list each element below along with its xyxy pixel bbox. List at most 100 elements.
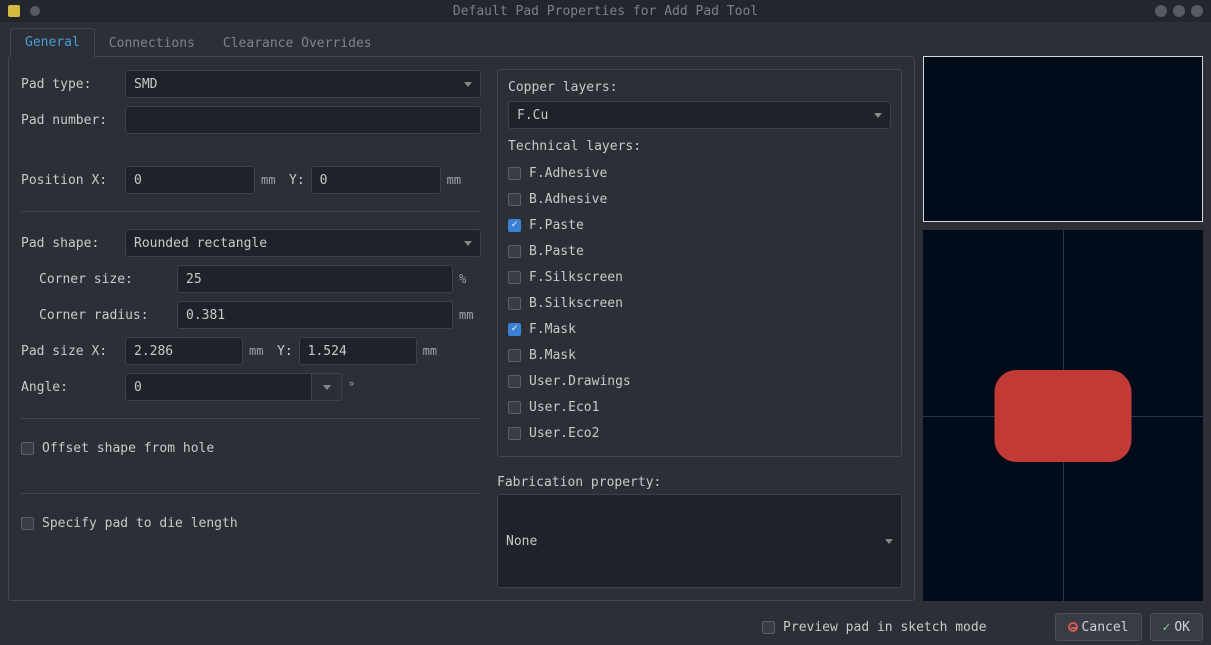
offset-label: Offset shape from hole (42, 441, 214, 456)
chevron-down-icon (464, 241, 472, 246)
ok-label: OK (1174, 620, 1190, 635)
pad-number-label: Pad number: (21, 113, 119, 128)
layer-checkbox[interactable] (508, 297, 521, 310)
layer-row: User.Eco1 (508, 394, 891, 420)
corner-size-input[interactable] (177, 265, 453, 293)
pad-shape-label: Pad shape: (21, 236, 119, 251)
layer-label: B.Adhesive (529, 192, 607, 207)
unit-percent: % (459, 272, 481, 286)
tab-bar: General Connections Clearance Overrides (0, 22, 1211, 56)
layer-checkbox[interactable] (508, 401, 521, 414)
unit-mm: mm (423, 344, 445, 358)
corner-size-label: Corner size: (21, 272, 171, 287)
layer-row: F.Paste (508, 212, 891, 238)
layer-row: F.Silkscreen (508, 264, 891, 290)
layer-row: F.Mask (508, 316, 891, 342)
pad-type-label: Pad type: (21, 77, 119, 92)
pad-number-input[interactable] (125, 106, 481, 134)
divider (21, 418, 481, 419)
pad-shape-select[interactable]: Rounded rectangle (125, 229, 481, 257)
right-column: Copper layers: F.Cu Technical layers: F.… (497, 69, 902, 588)
divider (21, 211, 481, 212)
pad-type-select[interactable]: SMD (125, 70, 481, 98)
pad-size-y-input[interactable] (299, 337, 417, 365)
corner-radius-input[interactable] (177, 301, 453, 329)
window-control-1[interactable] (1155, 5, 1167, 17)
layer-label: B.Silkscreen (529, 296, 623, 311)
unit-mm: mm (261, 173, 283, 187)
layer-row: B.Silkscreen (508, 290, 891, 316)
layers-group: Copper layers: F.Cu Technical layers: F.… (497, 69, 902, 457)
layer-checkbox[interactable] (508, 427, 521, 440)
position-y-label: Y: (289, 173, 305, 188)
preview-main (923, 230, 1203, 601)
chevron-down-icon (874, 113, 882, 118)
layer-label: F.Paste (529, 218, 584, 233)
unit-degree: ° (348, 380, 370, 394)
layer-row: User.Eco2 (508, 420, 891, 446)
layer-checkbox[interactable] (508, 375, 521, 388)
window-control-2[interactable] (1173, 5, 1185, 17)
pad-type-value: SMD (134, 77, 157, 92)
cancel-icon (1068, 622, 1078, 632)
layer-checkbox[interactable] (508, 193, 521, 206)
chevron-down-icon (885, 539, 893, 544)
preview-top (923, 56, 1203, 222)
chevron-down-icon (323, 385, 331, 390)
copper-layers-select[interactable]: F.Cu (508, 101, 891, 129)
titlebar: Default Pad Properties for Add Pad Tool (0, 0, 1211, 22)
layer-checkbox[interactable] (508, 167, 521, 180)
offset-checkbox[interactable] (21, 442, 34, 455)
layer-label: F.Mask (529, 322, 576, 337)
specify-checkbox[interactable] (21, 517, 34, 530)
layer-checkbox[interactable] (508, 323, 521, 336)
check-icon: ✓ (1163, 620, 1171, 635)
ok-button[interactable]: ✓ OK (1150, 613, 1203, 641)
angle-dropdown[interactable] (312, 373, 342, 401)
position-y-input[interactable] (311, 166, 441, 194)
angle-input[interactable] (125, 373, 312, 401)
unit-mm: mm (447, 173, 469, 187)
tab-clearance[interactable]: Clearance Overrides (209, 30, 386, 57)
layer-label: User.Drawings (529, 374, 631, 389)
layer-checkbox[interactable] (508, 245, 521, 258)
preview-column (923, 56, 1203, 601)
cancel-label: Cancel (1082, 620, 1129, 635)
fab-prop-value: None (506, 534, 537, 549)
chevron-down-icon (464, 82, 472, 87)
pad-preview-shape (995, 370, 1132, 462)
layer-row: B.Paste (508, 238, 891, 264)
fab-prop-select[interactable]: None (497, 494, 902, 588)
angle-label: Angle: (21, 380, 119, 395)
layer-label: User.Eco1 (529, 400, 599, 415)
window-control-3[interactable] (1191, 5, 1203, 17)
tab-general[interactable]: General (10, 28, 95, 57)
preview-sketch-checkbox[interactable] (762, 621, 775, 634)
divider (21, 493, 481, 494)
specify-label: Specify pad to die length (42, 516, 238, 531)
layer-label: B.Mask (529, 348, 576, 363)
fab-prop-label: Fabrication property: (497, 475, 902, 490)
layer-label: B.Paste (529, 244, 584, 259)
layer-label: F.Silkscreen (529, 270, 623, 285)
tab-connections[interactable]: Connections (95, 30, 209, 57)
layer-checkbox[interactable] (508, 271, 521, 284)
copper-layers-value: F.Cu (517, 108, 548, 123)
cancel-button[interactable]: Cancel (1055, 613, 1142, 641)
pad-size-x-label: Pad size X: (21, 344, 119, 359)
layer-label: User.Eco2 (529, 426, 599, 441)
layer-row: B.Adhesive (508, 186, 891, 212)
layer-row: B.Mask (508, 342, 891, 368)
window-title: Default Pad Properties for Add Pad Tool (0, 4, 1211, 19)
layer-row: F.Adhesive (508, 160, 891, 186)
layer-label: F.Adhesive (529, 166, 607, 181)
layer-checkbox[interactable] (508, 349, 521, 362)
position-x-input[interactable] (125, 166, 255, 194)
layer-checkbox[interactable] (508, 219, 521, 232)
window-controls (1155, 5, 1203, 17)
pad-size-x-input[interactable] (125, 337, 243, 365)
unit-mm: mm (249, 344, 271, 358)
window-dot (30, 6, 40, 16)
technical-layers-list: F.Adhesive B.Adhesive F.Paste B.Paste F.Silk… (508, 160, 891, 446)
main-panel: Pad type: SMD Pad number: Position X: mm… (8, 56, 915, 601)
